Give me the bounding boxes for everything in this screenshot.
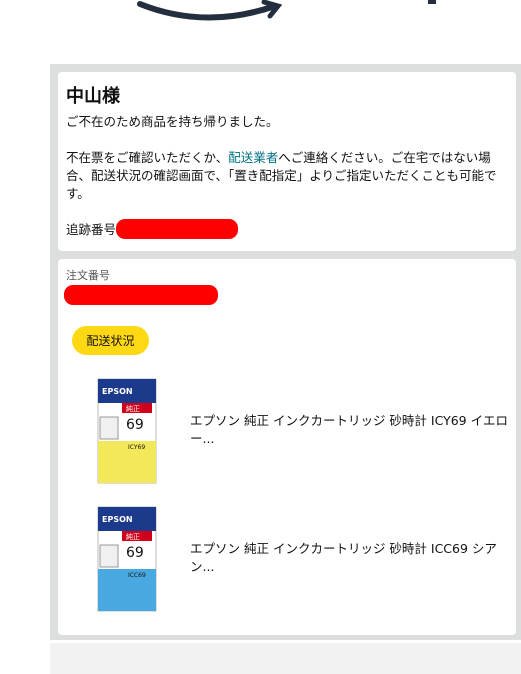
product-brand: EPSON bbox=[102, 515, 133, 524]
carrier-link[interactable]: 配送業者 bbox=[228, 150, 278, 165]
product-badge: 純正 bbox=[126, 532, 140, 541]
product-image[interactable]: EPSON 純正 69 ICC69 bbox=[92, 505, 164, 615]
product-model: ICY69 bbox=[128, 444, 145, 451]
message-card: 中山様 ご不在のため商品を持ち帰りました。 不在票をご確認いただくか、配送業者へ… bbox=[58, 72, 516, 251]
tracking-label: 追跡番号 bbox=[66, 222, 117, 237]
message-pre: 不在票をご確認いただくか、 bbox=[66, 150, 229, 165]
greeting-title: 中山様 bbox=[66, 86, 120, 107]
product-item[interactable]: EPSON 純正 69 ICY69 エプソン 純正 インクカートリッジ 砂時計 … bbox=[58, 377, 516, 487]
product-code: 69 bbox=[126, 417, 144, 433]
order-label: 注文番号 bbox=[66, 269, 110, 282]
product-brand: EPSON bbox=[102, 387, 133, 396]
tracking-number-redacted bbox=[116, 219, 238, 239]
logo-smile-icon bbox=[137, 0, 436, 21]
track-package-button[interactable]: 配送状況 bbox=[72, 326, 149, 355]
product-item[interactable]: EPSON 純正 69 ICC69 エプソン 純正 インクカートリッジ 砂時計 … bbox=[58, 505, 516, 615]
product-title[interactable]: エプソン 純正 インクカートリッジ 砂時計 ICY69 イエロー... bbox=[190, 412, 508, 448]
notification-panel: 中山様 ご不在のため商品を持ち帰りました。 不在票をご確認いただくか、配送業者へ… bbox=[50, 64, 521, 640]
order-number-redacted bbox=[64, 285, 218, 305]
product-model: ICC69 bbox=[128, 572, 146, 579]
message-body: 不在票をご確認いただくか、配送業者へご連絡ください。ご在宅ではない場合、配送状況… bbox=[66, 149, 508, 203]
order-card: 注文番号 配送状況 EPSON 純正 69 ICY69 エプソン 純正 インクカ… bbox=[58, 259, 516, 635]
message-line: ご不在のため商品を持ち帰りました。 bbox=[66, 114, 279, 129]
tracking-row: 追跡番号 bbox=[66, 219, 508, 239]
product-image[interactable]: EPSON 純正 69 ICY69 bbox=[92, 377, 164, 487]
product-title[interactable]: エプソン 純正 インクカートリッジ 砂時計 ICC69 シアン... bbox=[190, 540, 508, 576]
product-code: 69 bbox=[126, 545, 144, 561]
footer-bar bbox=[50, 643, 521, 674]
product-badge: 純正 bbox=[126, 404, 140, 413]
